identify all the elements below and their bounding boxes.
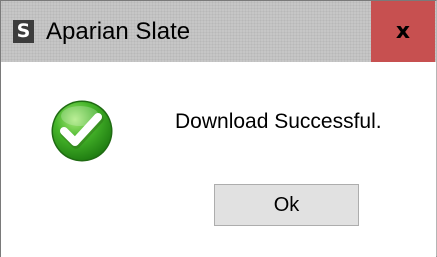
status-message: Download Successful. bbox=[175, 110, 382, 133]
ok-button[interactable]: Ok bbox=[214, 184, 359, 226]
title-bar[interactable]: S Aparian Slate x bbox=[1, 1, 436, 62]
message-dialog: S Aparian Slate x Download Successful. O… bbox=[0, 0, 437, 257]
app-logo-icon: S bbox=[13, 20, 34, 43]
window-title: Aparian Slate bbox=[46, 18, 191, 45]
success-check-icon bbox=[51, 100, 113, 162]
close-button[interactable]: x bbox=[371, 1, 435, 62]
dialog-content: Download Successful. Ok bbox=[1, 62, 436, 257]
